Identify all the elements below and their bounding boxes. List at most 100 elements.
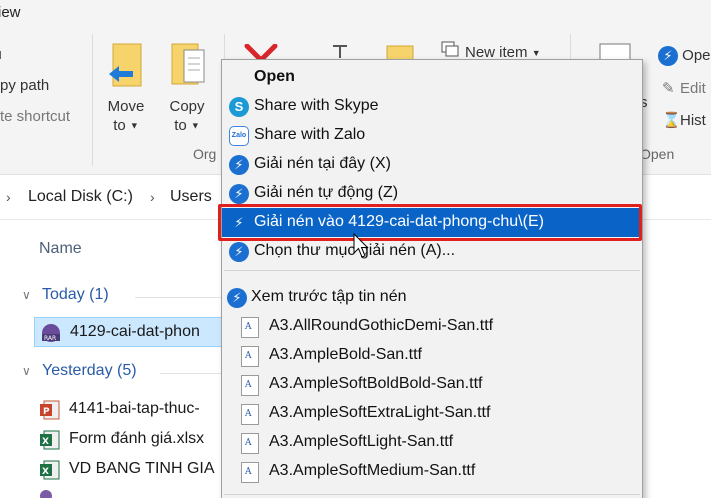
menu-item-share-skype[interactable]: S Share with Skype xyxy=(222,92,642,121)
file-icon-partial xyxy=(40,490,52,498)
extract-icon: ⚡ xyxy=(229,155,249,175)
menu-item-label: Share with Skype xyxy=(254,97,379,114)
ttf-file-icon xyxy=(241,375,259,396)
chevron-down-icon: ▼ xyxy=(531,48,541,59)
chevron-down-icon: ▼ xyxy=(129,120,139,131)
chevron-down-icon: ▼ xyxy=(190,120,200,131)
menu-item-label: Open xyxy=(254,68,295,85)
menu-item-font-file[interactable]: A3.AllRoundGothicDemi-San.ttf xyxy=(222,312,642,341)
menu-item-preview-archive[interactable]: ⚡ Xem trước tập tin nén xyxy=(222,283,642,312)
open-button[interactable]: ⚡ Ope xyxy=(658,46,711,66)
copy-to-icon xyxy=(171,43,205,85)
edit-button[interactable]: ✎ Edit xyxy=(662,79,706,97)
chevron-right-icon: › xyxy=(150,189,155,205)
copy-path-button[interactable]: py path xyxy=(0,77,49,94)
group-label: Yesterday (5) xyxy=(42,362,137,379)
file-row[interactable]: X Form đánh giá.xlsx xyxy=(34,425,234,455)
new-item-icon xyxy=(441,41,459,57)
group-divider xyxy=(160,373,225,374)
move-to-icon xyxy=(109,43,142,87)
menu-separator xyxy=(224,270,640,271)
group-header-today[interactable]: ∨ Today (1) xyxy=(22,286,109,304)
pin-glyph: ı xyxy=(0,46,3,63)
skype-icon: S xyxy=(229,97,249,117)
menu-item-label: Share with Zalo xyxy=(254,126,366,143)
open-group-label: Open xyxy=(640,146,675,162)
file-name: VD BANG TINH GIA xyxy=(69,460,215,477)
svg-text:X: X xyxy=(42,437,49,447)
breadcrumb-folder[interactable]: Users xyxy=(170,188,212,206)
extract-icon: ⚡ xyxy=(229,242,249,262)
history-icon: ⌛ xyxy=(662,112,681,129)
menu-item-extract-here[interactable]: ⚡ Giải nén tại đây (X) xyxy=(222,150,642,179)
excel-file-icon: X xyxy=(40,430,60,450)
menu-separator xyxy=(224,494,640,495)
paste-shortcut-button[interactable]: te shortcut xyxy=(0,108,70,125)
ttf-file-icon xyxy=(241,404,259,425)
extract-icon: ⚡ xyxy=(227,288,247,308)
powerpoint-file-icon: P xyxy=(40,400,60,420)
chevron-down-icon: ∨ xyxy=(22,364,31,378)
organize-group-label: Org xyxy=(193,146,217,162)
group-header-yesterday[interactable]: ∨ Yesterday (5) xyxy=(22,362,137,380)
breadcrumb-drive[interactable]: Local Disk (C:) xyxy=(28,188,133,206)
move-to-label-2: to xyxy=(113,117,126,134)
menu-item-choose-folder[interactable]: ⚡ Chọn thư mục giải nén (A)... xyxy=(222,237,642,266)
file-name: 4129-cai-dat-phon xyxy=(70,323,200,340)
menu-item-font-file[interactable]: A3.AmpleSoftMedium-San.ttf xyxy=(222,457,642,486)
context-menu: Open S Share with Skype Zalo Share with … xyxy=(221,59,643,498)
mouse-cursor-icon xyxy=(353,233,369,258)
ttf-file-icon xyxy=(241,346,259,367)
menu-item-font-file[interactable]: A3.AmpleSoftExtraLight-San.ttf xyxy=(222,399,642,428)
rename-icon[interactable] xyxy=(330,44,350,60)
extract-icon: ⚡ xyxy=(229,184,249,204)
menu-item-open[interactable]: Open xyxy=(222,63,642,92)
history-button[interactable]: ⌛Hist xyxy=(662,111,706,129)
move-to-button[interactable]: Move to ▼ xyxy=(103,42,149,136)
svg-text:RAR: RAR xyxy=(44,335,56,342)
ribbon-separator xyxy=(92,34,93,166)
menu-item-label: A3.AmpleSoftMedium-San.ttf xyxy=(269,462,476,479)
file-name: 4141-bai-tap-thuc- xyxy=(69,400,200,417)
svg-text:X: X xyxy=(42,467,49,477)
menu-item-font-file[interactable]: A3.AmpleSoftBoldBold-San.ttf xyxy=(222,370,642,399)
menu-item-share-zalo[interactable]: Zalo Share with Zalo xyxy=(222,121,642,150)
history-label: Hist xyxy=(680,112,706,129)
menu-item-label: A3.AmpleSoftLight-San.ttf xyxy=(269,433,454,450)
menu-item-label: Giải nén tại đây (X) xyxy=(254,155,391,172)
menu-item-label: A3.AmpleBold-San.ttf xyxy=(269,346,422,363)
copy-to-button[interactable]: Copy to ▼ xyxy=(164,42,210,136)
menu-item-font-file[interactable]: A3.AmpleSoftLight-San.ttf xyxy=(222,428,642,457)
excel-file-icon: X xyxy=(40,460,60,480)
open-label: Ope xyxy=(682,46,711,64)
ttf-file-icon xyxy=(241,462,259,483)
file-name: Form đánh giá.xlsx xyxy=(69,430,205,447)
group-label: Today (1) xyxy=(42,286,109,303)
highlight-annotation-box xyxy=(218,204,642,241)
menu-item-label: Giải nén tự động (Z) xyxy=(254,184,399,201)
menu-item-font-file[interactable]: A3.AmpleBold-San.ttf xyxy=(222,341,642,370)
group-divider xyxy=(135,297,225,298)
open-icon: ⚡ xyxy=(658,46,678,66)
ttf-file-icon xyxy=(241,317,259,338)
file-row[interactable]: P 4141-bai-tap-thuc- xyxy=(34,395,234,425)
svg-text:P: P xyxy=(43,407,50,417)
menu-item-label: A3.AmpleSoftBoldBold-San.ttf xyxy=(269,375,483,392)
chevron-right-icon: › xyxy=(6,189,11,205)
menu-item-label: A3.AmpleSoftExtraLight-San.ttf xyxy=(269,404,491,421)
ttf-file-icon xyxy=(241,433,259,454)
file-row-selected[interactable]: RAR 4129-cai-dat-phon xyxy=(34,317,234,347)
copy-to-label-2: to xyxy=(174,117,187,134)
chevron-down-icon: ∨ xyxy=(22,288,31,302)
menu-item-label: A3.AllRoundGothicDemi-San.ttf xyxy=(269,317,494,334)
rar-file-icon: RAR xyxy=(42,324,60,342)
edit-label: Edit xyxy=(680,80,706,97)
file-row[interactable]: X VD BANG TINH GIA xyxy=(34,455,234,485)
column-header-name[interactable]: Name xyxy=(39,240,82,258)
tab-view[interactable]: iew xyxy=(0,4,21,21)
move-to-label: Move xyxy=(107,98,145,115)
menu-item-label: Xem trước tập tin nén xyxy=(251,288,407,305)
edit-icon: ✎ xyxy=(662,80,675,97)
zalo-icon: Zalo xyxy=(229,126,249,146)
copy-to-label: Copy xyxy=(169,98,205,115)
